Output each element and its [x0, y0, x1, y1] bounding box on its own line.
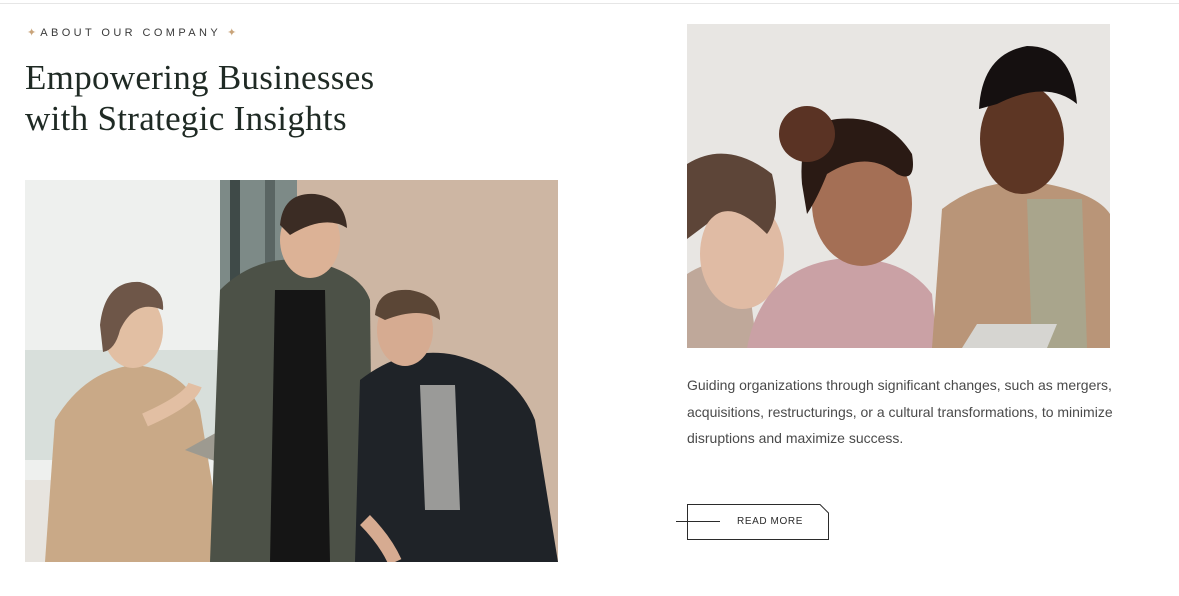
top-divider: [0, 3, 1179, 4]
sparkle-icon: ✦: [227, 27, 237, 39]
eyebrow-label: ABOUT OUR COMPANY: [40, 26, 222, 39]
team-meeting-photo: [25, 180, 558, 562]
heading-line-2: with Strategic Insights: [25, 99, 347, 138]
team-laughing-photo: [687, 24, 1110, 348]
sparkle-icon: ✦: [27, 27, 37, 39]
heading-line-1: Empowering Businesses: [25, 58, 375, 97]
section-description: Guiding organizations through significan…: [687, 377, 1113, 447]
section-eyebrow: ✦ ABOUT OUR COMPANY ✦: [25, 26, 238, 40]
read-more-label: READ MORE: [737, 516, 803, 527]
read-more-button[interactable]: READ MORE: [676, 503, 830, 541]
section-heading: Empowering Businesses with Strategic Ins…: [25, 57, 545, 139]
